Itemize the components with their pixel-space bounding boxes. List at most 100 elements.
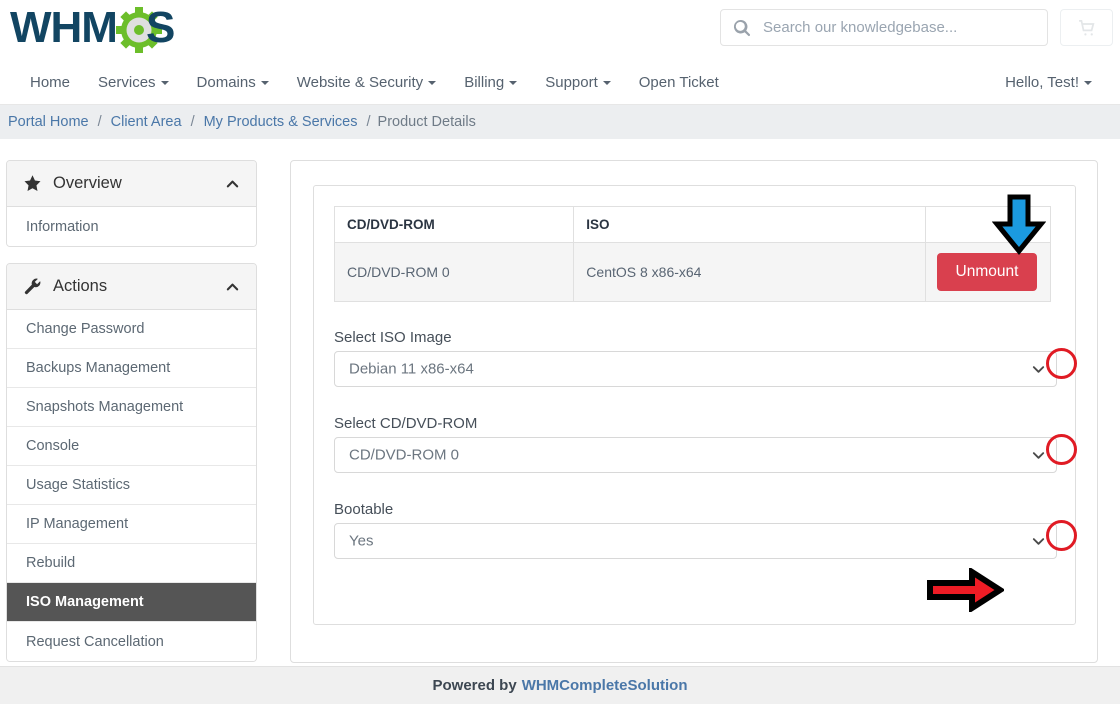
sidebar-item-request-cancellation[interactable]: Request Cancellation — [7, 622, 256, 661]
search-box[interactable] — [720, 9, 1048, 46]
star-icon — [23, 174, 42, 193]
mounted-iso-table: CD/DVD-ROM ISO CD/DVD-ROM 0 CentOS 8 x86… — [334, 206, 1051, 302]
chevron-down-icon — [260, 80, 269, 85]
sidebar-item-backups-management[interactable]: Backups Management — [7, 349, 256, 388]
nav-item-label: Services — [98, 74, 156, 91]
sidebar-item-label: Backups Management — [26, 360, 171, 376]
cart-icon — [1077, 18, 1096, 37]
label-bootable: Bootable — [334, 501, 394, 518]
cell-action: Unmount — [925, 242, 1051, 302]
chevron-down-icon — [509, 80, 518, 85]
sidebar-item-label: Request Cancellation — [26, 633, 164, 650]
select-bootable-value: Yes — [349, 532, 374, 550]
table-header-row: CD/DVD-ROM ISO — [334, 206, 1051, 243]
nav-item-support[interactable]: Support — [531, 60, 625, 105]
select-iso-image[interactable]: Debian 11 x86-x64 — [334, 351, 1057, 387]
product-details-card: CD/DVD-ROM ISO CD/DVD-ROM 0 CentOS 8 x86… — [290, 160, 1098, 663]
table-header-iso: ISO — [573, 206, 926, 243]
site-header: WHM S — [0, 0, 1120, 60]
sidebar-item-label: Usage Statistics — [26, 477, 130, 493]
main-navigation: Home Services Domains Website & Security… — [0, 60, 1120, 105]
search-input[interactable] — [763, 10, 1043, 45]
select-cd-rom-value: CD/DVD-ROM 0 — [349, 446, 460, 464]
table-header-actions — [925, 206, 1051, 243]
sidebar-item-label: Console — [26, 438, 80, 454]
sidebar-item-label: Change Password — [26, 321, 145, 337]
nav-item-label: Open Ticket — [638, 74, 719, 91]
sidebar-item-label: Information — [26, 218, 99, 235]
nav-item-website-security[interactable]: Website & Security — [283, 60, 450, 105]
nav-item-services[interactable]: Services — [84, 60, 183, 105]
sidebar-panel-overview: Overview Information — [6, 160, 257, 247]
cell-iso: CentOS 8 x86-x64 — [573, 242, 926, 302]
svg-text:WHM: WHM — [10, 3, 117, 52]
nav-item-open-ticket[interactable]: Open Ticket — [625, 60, 733, 105]
sidebar-item-snapshots-management[interactable]: Snapshots Management — [7, 388, 256, 427]
svg-text:S: S — [146, 3, 175, 52]
sidebar-item-iso-management[interactable]: ISO Management — [7, 583, 256, 622]
sidebar-item-ip-management[interactable]: IP Management — [7, 505, 256, 544]
nav-item-label: Billing — [464, 74, 505, 91]
sidebar-item-change-password[interactable]: Change Password — [7, 310, 256, 349]
site-footer: Powered by WHMCompleteSolution — [0, 666, 1120, 704]
wrench-icon — [23, 277, 42, 296]
table-header-cd-rom: CD/DVD-ROM — [334, 206, 575, 243]
select-cd-rom[interactable]: CD/DVD-ROM 0 — [334, 437, 1057, 473]
unmount-button[interactable]: Unmount — [936, 253, 1037, 291]
account-label: Hello, Test! — [1005, 74, 1079, 91]
breadcrumb: Portal Home / Client Area / My Products … — [0, 105, 1120, 139]
sidebar-panel-title: Overview — [53, 174, 122, 192]
footer-link-whmcs[interactable]: WHMCompleteSolution — [522, 677, 688, 694]
select-bootable[interactable]: Yes — [334, 523, 1057, 559]
breadcrumb-item-product-details: Product Details — [377, 114, 476, 130]
page-body: Overview Information Actions Change Pass… — [0, 139, 1120, 666]
chevron-down-icon[interactable] — [1031, 534, 1046, 549]
nav-item-label: Support — [545, 74, 598, 91]
nav-item-label: Domains — [196, 74, 256, 91]
sidebar-item-information[interactable]: Information — [7, 207, 256, 246]
sidebar-panel-overview-header[interactable]: Overview — [7, 161, 256, 207]
account-menu-trigger[interactable]: Hello, Test! — [991, 60, 1106, 105]
account-menu[interactable]: Hello, Test! — [991, 60, 1106, 105]
sidebar-item-label: Rebuild — [26, 555, 76, 571]
sidebar-item-console[interactable]: Console — [7, 427, 256, 466]
nav-item-domains[interactable]: Domains — [183, 60, 283, 105]
nav-item-billing[interactable]: Billing — [450, 60, 531, 105]
nav-item-label: Website & Security — [296, 74, 424, 91]
chevron-down-icon — [428, 80, 437, 85]
sidebar-panel-actions-header[interactable]: Actions — [7, 264, 256, 310]
sidebar-item-usage-statistics[interactable]: Usage Statistics — [7, 466, 256, 505]
chevron-down-icon[interactable] — [1031, 448, 1046, 463]
label-select-cd-rom: Select CD/DVD-ROM — [334, 415, 478, 432]
nav-item-label: Home — [30, 74, 71, 91]
chevron-down-icon — [160, 80, 169, 85]
search-icon — [733, 19, 751, 37]
breadcrumb-item-portal-home[interactable]: Portal Home — [6, 114, 91, 130]
breadcrumb-item-my-products-services[interactable]: My Products & Services — [202, 114, 360, 130]
chevron-up-icon[interactable] — [225, 279, 240, 294]
sidebar-item-label: Snapshots Management — [26, 399, 184, 415]
sidebar-panel-actions: Actions Change Password Backups Manageme… — [6, 263, 257, 662]
cell-cd-rom: CD/DVD-ROM 0 — [334, 242, 575, 302]
whmcs-logo[interactable]: WHM S — [8, 2, 208, 54]
sidebar-panel-title: Actions — [53, 277, 108, 295]
label-select-iso-image: Select ISO Image — [334, 329, 452, 346]
breadcrumb-separator: / — [190, 114, 195, 130]
sidebar-item-rebuild[interactable]: Rebuild — [7, 544, 256, 583]
cart-button[interactable] — [1060, 9, 1113, 46]
chevron-up-icon[interactable] — [225, 176, 240, 191]
breadcrumb-separator: / — [366, 114, 371, 130]
nav-item-home[interactable]: Home — [16, 60, 84, 105]
table-row: CD/DVD-ROM 0 CentOS 8 x86-x64 Unmount — [334, 242, 1051, 302]
footer-text: Powered by — [432, 677, 517, 694]
sidebar-item-label: IP Management — [26, 516, 129, 532]
iso-management-panel: CD/DVD-ROM ISO CD/DVD-ROM 0 CentOS 8 x86… — [313, 185, 1076, 625]
chevron-down-icon — [1084, 80, 1092, 85]
sidebar: Overview Information Actions Change Pass… — [6, 160, 257, 678]
breadcrumb-item-client-area[interactable]: Client Area — [109, 114, 184, 130]
chevron-down-icon — [602, 80, 611, 85]
sidebar-item-label: ISO Management — [26, 594, 144, 610]
select-iso-image-value: Debian 11 x86-x64 — [349, 360, 474, 378]
breadcrumb-separator: / — [97, 114, 102, 130]
chevron-down-icon[interactable] — [1031, 362, 1046, 377]
